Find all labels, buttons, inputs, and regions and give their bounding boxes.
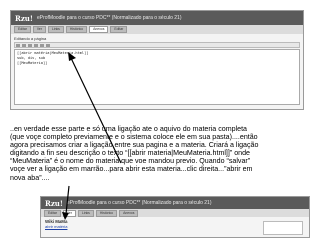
tab-attachments[interactable]: Anexos bbox=[89, 26, 109, 33]
tab-edit-2[interactable]: Editar bbox=[110, 26, 128, 33]
editor-line: [[MeuMateria]] bbox=[17, 61, 48, 65]
tab-edit[interactable]: Editar bbox=[14, 26, 31, 33]
editor-toolbar bbox=[14, 42, 300, 48]
edit-page-title: Editando a página bbox=[14, 36, 47, 41]
tab-attachments[interactable]: Anexos bbox=[119, 210, 139, 217]
result-screenshot: Rzu! eProfMoodle para o curso PDC** (Nor… bbox=[40, 196, 310, 238]
caption-line: ..en verdade esse parte e só uma ligação… bbox=[10, 125, 247, 133]
list-icon[interactable] bbox=[40, 43, 44, 47]
tab-links[interactable]: Links bbox=[47, 26, 64, 33]
info-box bbox=[263, 221, 303, 235]
site-title: eProfMoodle para o curso PDC** (Normaliz… bbox=[66, 200, 212, 206]
site-logo: Rzu! bbox=[45, 198, 63, 208]
underline-icon[interactable] bbox=[28, 43, 32, 47]
tab-bar: Editar Ver Links Histórico Anexos bbox=[41, 209, 309, 217]
caption-line: voçe ver a ligação em marrão...para abri… bbox=[10, 165, 253, 174]
tab-history[interactable]: Histórico bbox=[65, 26, 88, 33]
tab-edit[interactable]: Editar bbox=[44, 210, 61, 217]
tab-history[interactable]: Histórico bbox=[95, 210, 118, 217]
caption-line: digitando a fin seu descrição o texto “[… bbox=[10, 149, 250, 158]
tab-view[interactable]: Ver bbox=[32, 26, 46, 33]
italic-icon[interactable] bbox=[22, 43, 26, 47]
explanation-caption: ..en verdade esse parte e só uma ligação… bbox=[10, 125, 316, 182]
tab-links[interactable]: Links bbox=[77, 210, 94, 217]
caption-line: nova aba”.... bbox=[10, 173, 50, 182]
tab-view[interactable]: Ver bbox=[62, 210, 76, 217]
caption-line: (que voçe completo previamente e o siste… bbox=[10, 133, 258, 142]
bold-icon[interactable] bbox=[16, 43, 20, 47]
caption-line: agora precisamos criar a ligação entre s… bbox=[10, 141, 259, 150]
wiki-text-editor[interactable]: [[abrir matéria|MeuMateria.html]] sub, d… bbox=[14, 49, 300, 105]
site-logo: Rzu! bbox=[15, 13, 33, 23]
tab-bar: Editar Ver Links Histórico Anexos Editar bbox=[11, 25, 303, 34]
site-title: eProfMoodle para o curso PDC** (Normaliz… bbox=[36, 15, 182, 21]
editor-screenshot: Rzu! eProfMoodle para o curso PDC** (Nor… bbox=[10, 10, 304, 110]
image-icon[interactable] bbox=[46, 43, 50, 47]
caption-line: “MeuMateria” é o nome do materia que voe… bbox=[10, 157, 251, 166]
link-icon[interactable] bbox=[34, 43, 38, 47]
site-banner: Rzu! eProfMoodle para o curso PDC** (Nor… bbox=[11, 11, 303, 25]
site-banner: Rzu! eProfMoodle para o curso PDC** (Nor… bbox=[41, 197, 309, 209]
